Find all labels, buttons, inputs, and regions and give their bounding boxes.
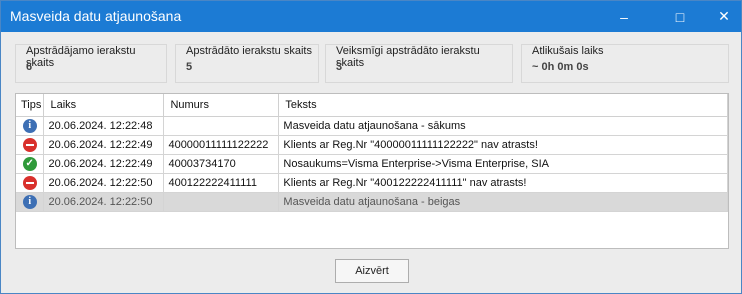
stat-label: Apstrādāto ierakstu skaits — [184, 45, 314, 57]
number-cell — [163, 192, 280, 212]
time-cell: 20.06.2024. 12:22:50 — [43, 173, 165, 193]
stat-value: ~ 0h 0m 0s — [532, 61, 589, 73]
table-row[interactable]: ✓ 20.06.2024. 12:22:49 40003734170 Nosau… — [16, 154, 728, 174]
dialog-window: Masveida datu atjaunošana – □ ✕ Apstrādā… — [0, 0, 742, 294]
stat-value: 6 — [26, 61, 33, 73]
type-cell — [16, 173, 45, 193]
type-cell: i — [16, 116, 45, 136]
close-button[interactable]: Aizvērt — [335, 259, 409, 283]
text-cell: Klients ar Reg.Nr "400122222411111" nav … — [278, 173, 728, 193]
stat-panel-total: Apstrādājamo ierakstu skaits 6 — [15, 44, 167, 83]
stat-panel-successful: Veiksmīgi apstrādāto ierakstu skaits 3 — [325, 44, 513, 83]
column-header-laiks[interactable]: Laiks — [43, 94, 165, 117]
stat-label: Veiksmīgi apstrādāto ierakstu skaits — [334, 45, 512, 69]
time-cell: 20.06.2024. 12:22:50 — [43, 192, 165, 212]
time-cell: 20.06.2024. 12:22:49 — [43, 135, 165, 155]
stat-label: Atlikušais laiks — [530, 45, 606, 57]
title-bar[interactable]: Masveida datu atjaunošana – □ ✕ — [1, 1, 741, 32]
text-cell: Nosaukums=Visma Enterprise->Visma Enterp… — [278, 154, 728, 174]
text-cell: Klients ar Reg.Nr "40000011111122222" na… — [278, 135, 728, 155]
table-row[interactable]: i 20.06.2024. 12:22:48 Masveida datu atj… — [16, 116, 728, 136]
column-header-numurs[interactable]: Numurs — [163, 94, 280, 117]
stat-panel-processed: Apstrādāto ierakstu skaits 5 — [175, 44, 319, 83]
type-cell: ✓ — [16, 154, 45, 174]
type-cell — [16, 135, 45, 155]
table-row[interactable]: 20.06.2024. 12:22:50 400122222411111 Kli… — [16, 173, 728, 193]
stat-value: 3 — [336, 61, 343, 73]
number-cell: 40000011111122222 — [163, 135, 280, 155]
stat-label: Apstrādājamo ierakstu skaits — [24, 45, 166, 69]
column-header-teksts[interactable]: Teksts — [278, 94, 728, 117]
close-window-button[interactable]: ✕ — [701, 1, 742, 32]
type-cell: i — [16, 192, 45, 212]
info-icon: i — [22, 118, 37, 133]
log-table[interactable]: Tips Laiks Numurs Teksts i 20.06.2024. 1… — [15, 93, 729, 249]
number-cell — [163, 116, 280, 136]
time-cell: 20.06.2024. 12:22:48 — [43, 116, 165, 136]
number-cell: 40003734170 — [163, 154, 280, 174]
text-cell: Masveida datu atjaunošana - beigas — [278, 192, 728, 212]
error-icon — [22, 175, 37, 190]
minimize-button[interactable]: – — [601, 1, 647, 32]
success-icon: ✓ — [22, 156, 37, 171]
table-row[interactable]: 20.06.2024. 12:22:49 40000011111122222 K… — [16, 135, 728, 155]
stat-value: 5 — [186, 61, 193, 73]
stat-panel-remaining-time: Atlikušais laiks ~ 0h 0m 0s — [521, 44, 729, 83]
text-cell: Masveida datu atjaunošana - sākums — [278, 116, 728, 136]
number-cell: 400122222411111 — [163, 173, 280, 193]
info-icon: i — [22, 194, 37, 209]
time-cell: 20.06.2024. 12:22:49 — [43, 154, 165, 174]
table-header-row: Tips Laiks Numurs Teksts — [16, 94, 728, 117]
error-icon — [22, 137, 37, 152]
column-header-tips[interactable]: Tips — [16, 94, 45, 117]
window-title: Masveida datu atjaunošana — [10, 8, 182, 24]
maximize-button[interactable]: □ — [657, 1, 703, 32]
table-row-selected[interactable]: i 20.06.2024. 12:22:50 Masveida datu atj… — [16, 192, 728, 212]
